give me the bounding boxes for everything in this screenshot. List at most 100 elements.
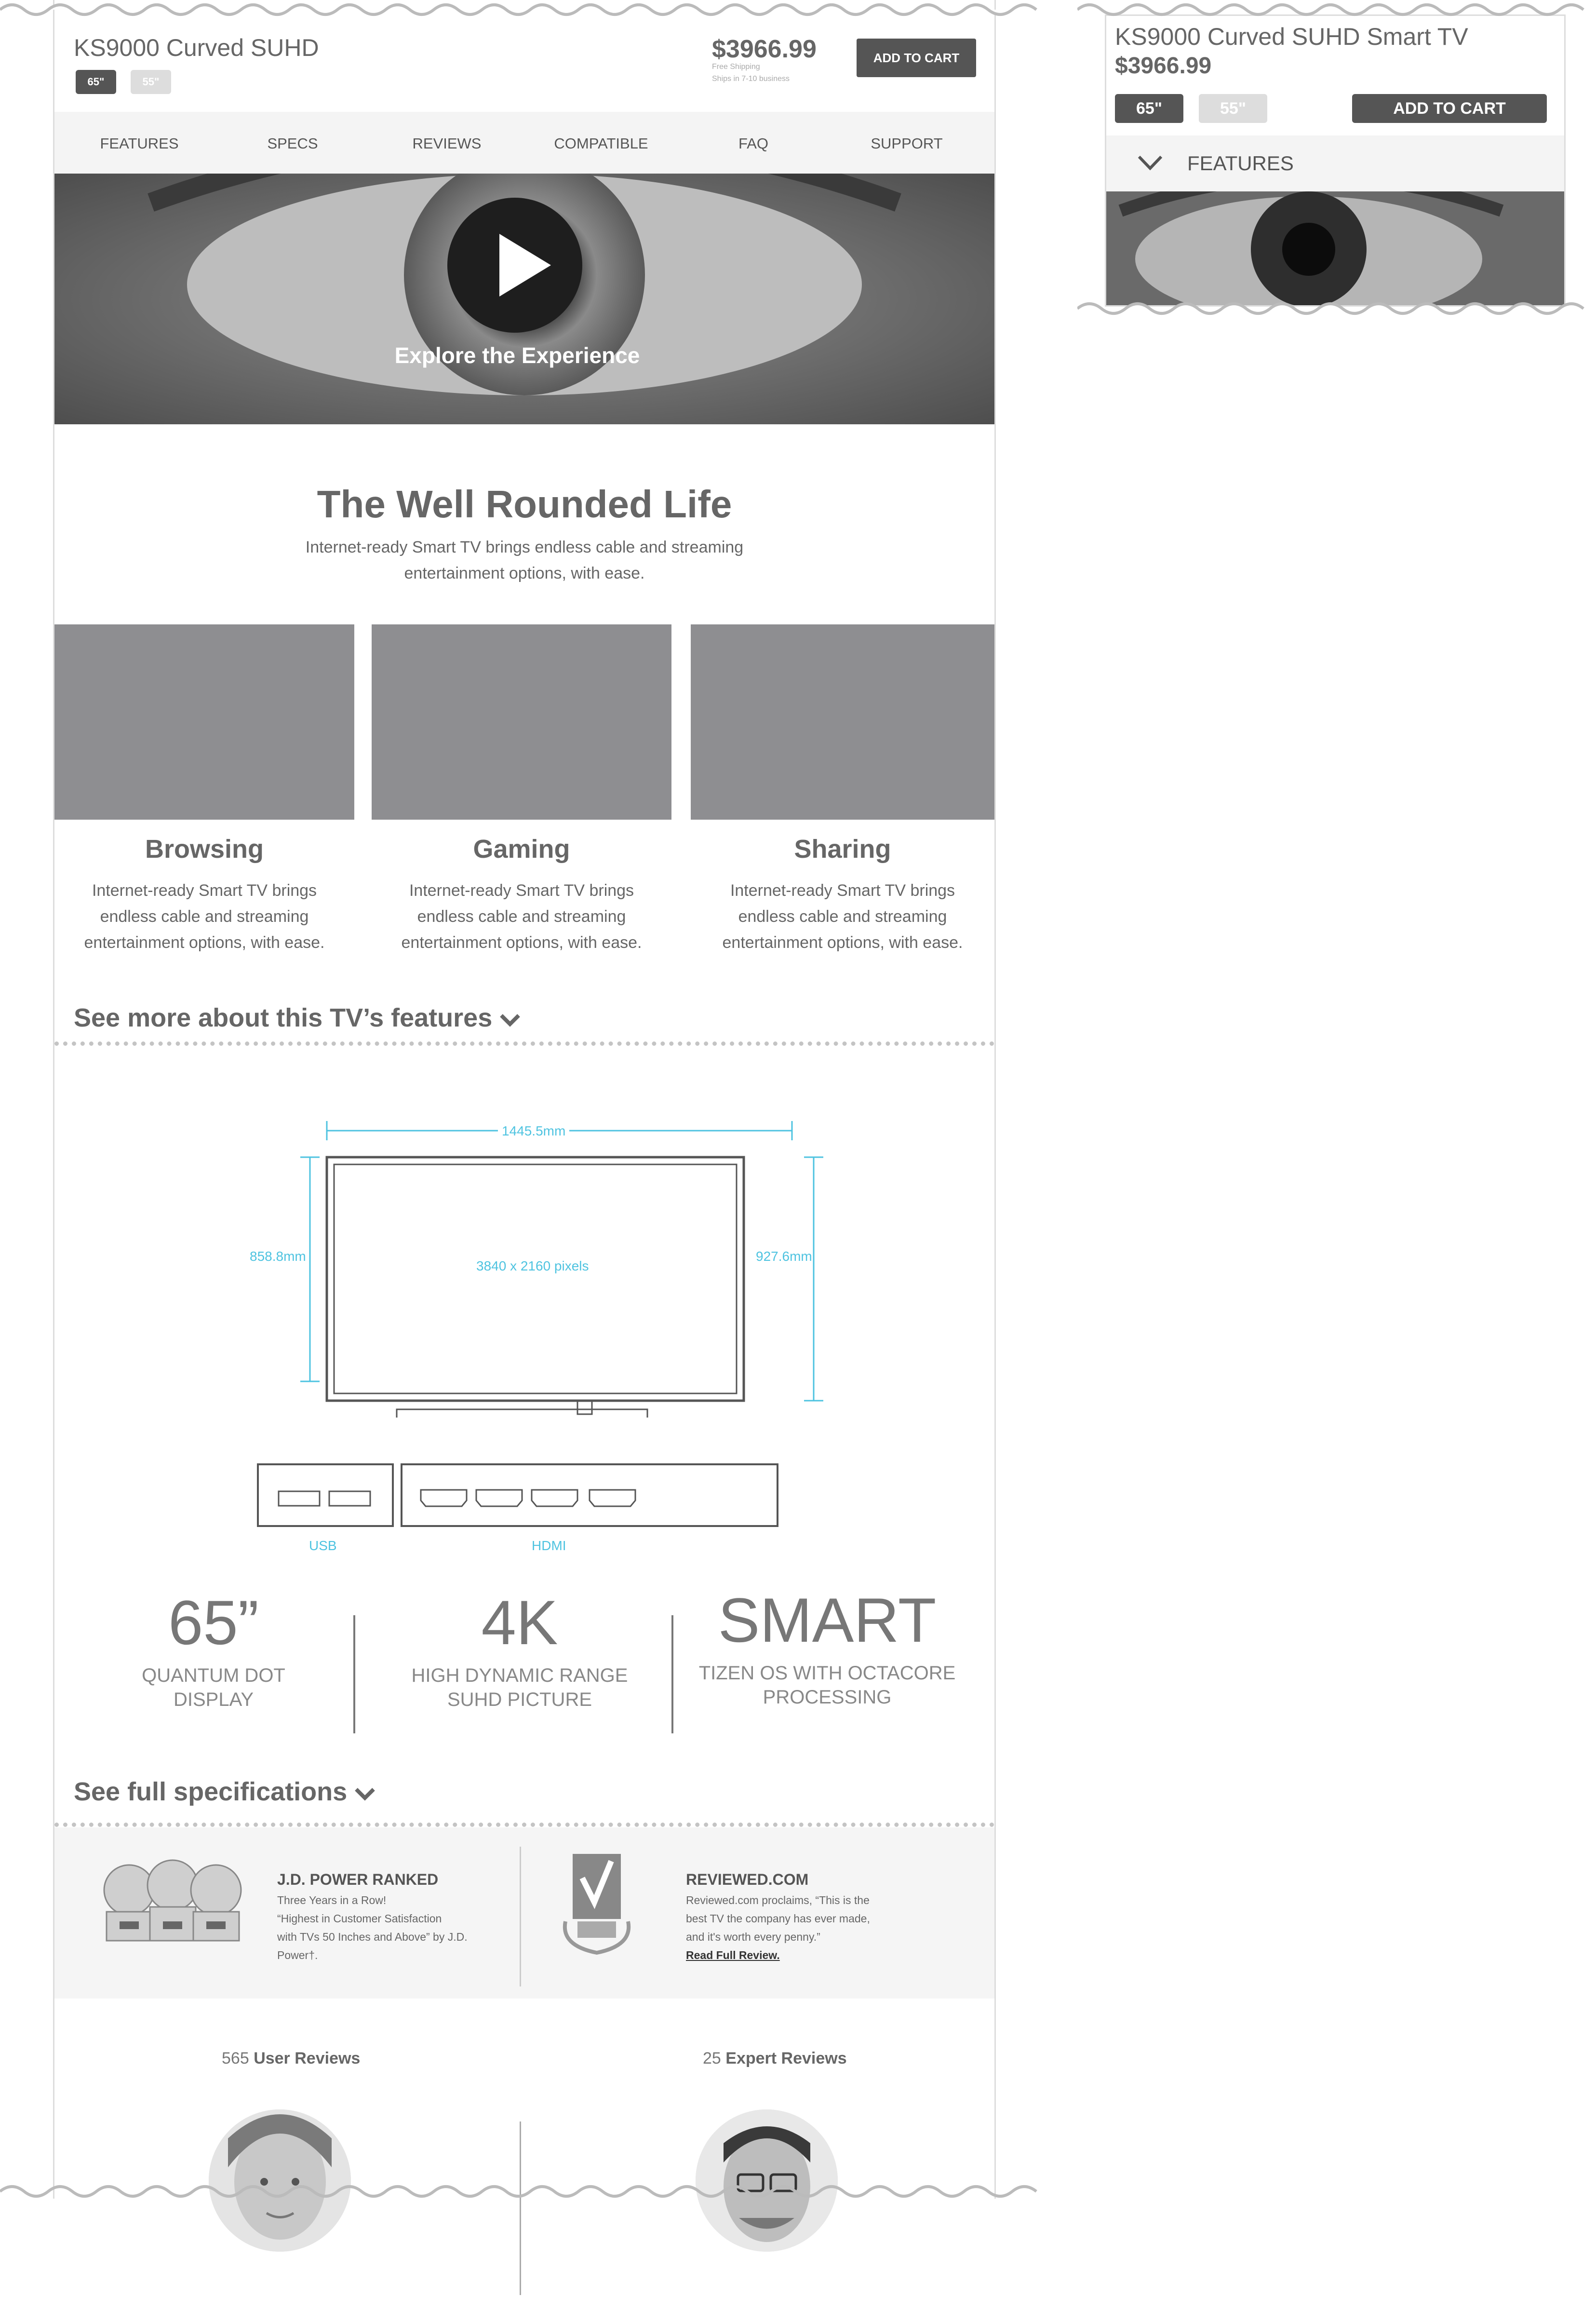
jd-power-trophies-icon [103,1859,242,1942]
section-divider [54,1823,994,1827]
feature-body-line: entertainment options, with ease. [401,933,642,952]
feature-image-browsing [54,624,354,820]
review-divider [520,2121,521,2295]
tv-height-left-label: 858.8mm [250,1249,306,1264]
sticky-header-variant: KS9000 Curved SUHD Smart TV $3966.99 65"… [1105,14,1566,307]
add-to-cart-button[interactable]: ADD TO CART [857,39,976,77]
person-photo-icon [209,2109,351,2252]
usb-port-icon [328,1490,371,1507]
feature-title-browsing: Browsing [145,835,264,864]
award-body-line: and it's worth every penny.” [686,1931,820,1943]
tv-resolution-label: 3840 x 2160 pixels [476,1258,589,1273]
award-body-line: Power†. [277,1949,318,1961]
section-nav: FEATURES SPECS REVIEWS COMPATIBLE FAQ SU… [54,112,994,174]
stat-divider [671,1615,673,1733]
sticky-product-price: $3966.99 [1115,53,1212,79]
award-body-line: “Highest in Customer Satisfaction [277,1912,442,1925]
size-option-65[interactable]: 65" [76,70,116,94]
sticky-add-to-cart-button[interactable]: ADD TO CART [1352,94,1547,123]
user-review-number: 565 [222,2049,249,2067]
stat-smart-value: SMART [718,1585,937,1655]
ports-diagram [257,1463,778,1527]
hdmi-label: HDMI [532,1538,566,1553]
feature-body-line: entertainment options, with ease. [84,933,325,952]
nav-features[interactable]: FEATURES [62,135,216,152]
feature-body-line: Internet-ready Smart TV brings [92,881,317,900]
expert-reviews-count[interactable]: 25 Expert Reviews [703,2049,847,2068]
hdmi-port-icon [589,1489,636,1507]
chevron-down-icon [355,1787,376,1801]
award-body-line: Reviewed.com proclaims, “This is the [686,1894,870,1906]
expert-avatar [696,2109,838,2252]
feature-body-line: endless cable and streaming [417,907,626,926]
desktop-page: KS9000 Curved SUHD 65" 55" $3966.99 Free… [53,0,996,2295]
feature-body-line: Internet-ready Smart TV brings [730,881,955,900]
user-reviews-count[interactable]: 565 User Reviews [222,2049,360,2068]
sticky-top-cut-edge [1077,3,1584,16]
shipping-info: Free Shipping [712,63,760,71]
awards-section: J.D. POWER RANKED Three Years in a Row! … [54,1827,994,1999]
product-title: KS9000 Curved SUHD [74,34,319,61]
reviewed-body: Reviewed.com proclaims, “This is the bes… [686,1891,870,1964]
stat-resolution-desc: HIGH DYNAMIC RANGE SUHD PICTURE [375,1663,664,1712]
read-full-review-link[interactable]: Read Full Review. [686,1946,870,1964]
stat-smart-desc: TIZEN OS WITH OCTACORE PROCESSING [683,1661,972,1709]
see-full-specs-link[interactable]: See full specifications [74,1777,376,1807]
sticky-size-option-65[interactable]: 65" [1115,94,1183,123]
play-button[interactable] [447,198,582,333]
feature-body-sharing: Internet-ready Smart TV brings endless c… [693,878,992,956]
see-specs-label: See full specifications [74,1777,348,1806]
sticky-hero-image [1106,191,1564,305]
accordion-label: FEATURES [1187,152,1294,175]
chevron-down-icon [500,1013,521,1027]
nav-reviews[interactable]: REVIEWS [370,135,524,152]
stat-size-desc: QUANTUM DOT DISPLAY [69,1663,358,1712]
nav-compatible[interactable]: COMPATIBLE [524,135,678,152]
usb-label: USB [309,1538,337,1553]
tv-width-label: 1445.5mm [498,1123,570,1139]
feature-body-browsing: Internet-ready Smart TV brings endless c… [54,878,354,956]
hero-video[interactable]: Explore the Experience [54,174,994,424]
nav-faq[interactable]: FAQ [676,135,831,152]
user-review-label: User Reviews [254,2049,361,2067]
see-more-label: See more about this TV’s features [74,1003,493,1032]
usb-port-icon [278,1490,321,1507]
award-body-line: best TV the company has ever made, [686,1912,870,1925]
size-option-55[interactable]: 55" [131,70,171,94]
play-icon [499,234,551,297]
product-price: $3966.99 [712,35,817,63]
stat-desc-line: PROCESSING [763,1687,892,1708]
see-more-features-link[interactable]: See more about this TV’s features [74,1003,521,1033]
feature-image-gaming [372,624,671,820]
stat-divider [353,1615,355,1733]
hdmi-port-icon [475,1489,523,1507]
nav-support[interactable]: SUPPORT [830,135,984,152]
nav-specs[interactable]: SPECS [215,135,370,152]
expert-review-number: 25 [703,2049,721,2067]
section-subtitle-line1: Internet-ready Smart TV brings endless c… [305,538,744,556]
tv-screen [333,1163,738,1394]
feature-body-line: endless cable and streaming [100,907,309,926]
feature-body-gaming: Internet-ready Smart TV brings endless c… [372,878,671,956]
stat-size-value: 65” [168,1587,259,1658]
feature-title-gaming: Gaming [473,835,570,864]
bottom-cut-edge [0,2185,1037,2198]
feature-body-line: entertainment options, with ease. [722,933,963,952]
stat-desc-line: TIZEN OS WITH OCTACORE [698,1662,956,1684]
award-body-line: with TVs 50 Inches and Above” by J.D. [277,1931,468,1943]
award-divider [520,1847,521,1986]
award-body-line: Three Years in a Row! [277,1894,387,1906]
sticky-size-option-55[interactable]: 55" [1199,94,1267,123]
section-divider [54,1041,994,1046]
section-subtitle-line2: entertainment options, with ease. [404,564,645,582]
hdmi-port-icon [531,1489,578,1507]
hdmi-port-icon [420,1489,468,1507]
jd-power-title: J.D. POWER RANKED [277,1871,439,1888]
features-accordion[interactable]: FEATURES [1106,135,1564,191]
tv-stand [396,1408,648,1418]
feature-body-line: Internet-ready Smart TV brings [409,881,634,900]
feature-title-sharing: Sharing [794,835,891,864]
stat-resolution-value: 4K [481,1587,558,1658]
person-photo-icon [696,2109,838,2252]
user-avatar [209,2109,351,2252]
